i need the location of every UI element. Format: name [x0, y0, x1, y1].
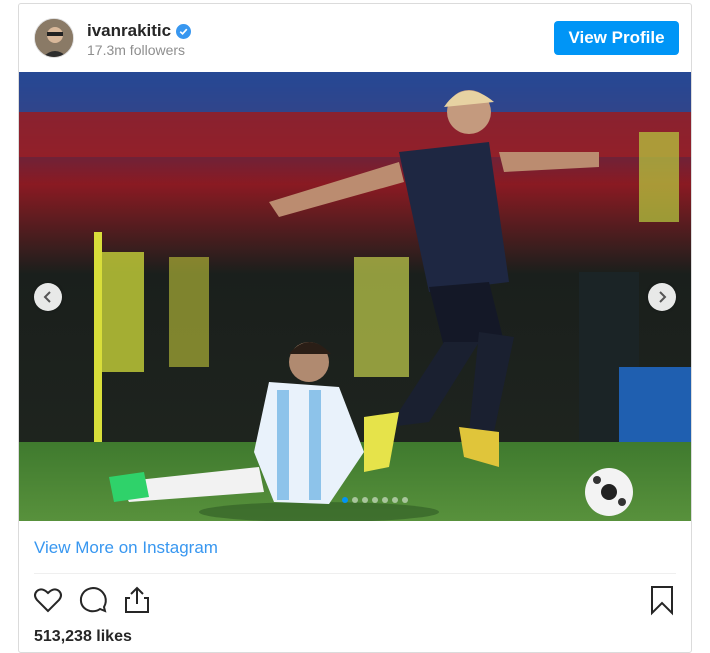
comment-icon[interactable]: [77, 584, 109, 616]
carousel-dot: [372, 497, 378, 503]
username[interactable]: ivanrakitic: [87, 21, 171, 41]
view-profile-button[interactable]: View Profile: [554, 21, 679, 55]
post-image-carousel[interactable]: [19, 72, 691, 521]
avatar[interactable]: [34, 18, 74, 58]
action-bar: [19, 584, 691, 620]
like-count: 513,238 likes: [34, 628, 132, 645]
divider: [34, 573, 676, 574]
heart-icon[interactable]: [32, 584, 64, 616]
carousel-dot: [352, 497, 358, 503]
carousel-next-button[interactable]: [648, 283, 676, 311]
carousel-indicator: [342, 497, 408, 503]
bookmark-icon[interactable]: [646, 584, 678, 616]
share-icon[interactable]: [121, 584, 153, 616]
carousel-dot: [392, 497, 398, 503]
follower-count: 17.3m followers: [87, 42, 186, 58]
carousel-dot: [402, 497, 408, 503]
carousel-dot: [362, 497, 368, 503]
carousel-previous-button[interactable]: [34, 283, 62, 311]
post-photo: [19, 72, 691, 521]
carousel-dot: [382, 497, 388, 503]
instagram-embed-card: ivanrakitic 17.3m followers View Profile: [18, 3, 692, 653]
view-more-link[interactable]: View More on Instagram: [34, 538, 218, 558]
post-header: ivanrakitic 17.3m followers View Profile: [19, 4, 691, 72]
verified-badge-icon: [176, 23, 192, 39]
chevron-left-icon: [43, 291, 51, 303]
chevron-right-icon: [659, 291, 667, 303]
carousel-dot: [342, 497, 348, 503]
